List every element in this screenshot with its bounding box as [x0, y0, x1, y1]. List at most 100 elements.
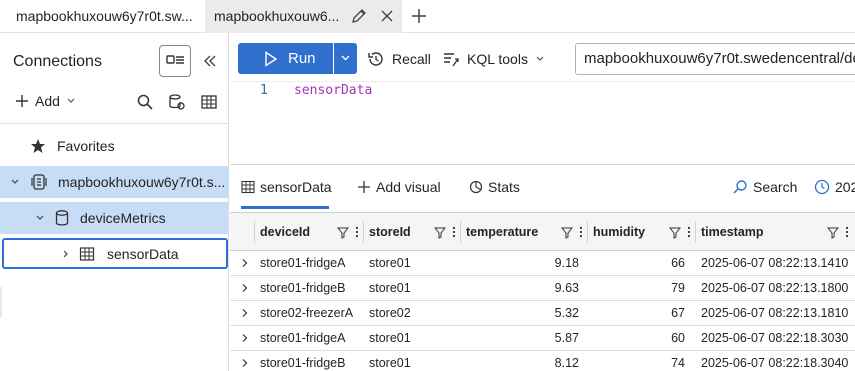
- table-row[interactable]: store02-freezerA store02 5.32 67 2025-06…: [230, 301, 855, 326]
- table-node-sensordata[interactable]: sensorData: [2, 238, 228, 269]
- tab-label: mapbookhuxouw6...: [214, 8, 340, 24]
- query-editor[interactable]: 1 sensorData: [230, 81, 855, 165]
- recall-icon: [368, 52, 383, 66]
- query-toolbar: Run Recall KQL tools mapbookhuxouw6y7r0t…: [230, 33, 855, 81]
- expand-row-icon[interactable]: [240, 283, 250, 293]
- cell-temperature: 8.12: [554, 356, 579, 370]
- recall-button[interactable]: Recall: [367, 50, 431, 68]
- new-tab-icon[interactable]: [409, 6, 429, 26]
- cell-deviceid: store01-fridgeA: [260, 331, 346, 345]
- pencil-icon[interactable]: [350, 7, 368, 25]
- cell-temperature: 9.63: [554, 281, 579, 295]
- play-icon: [265, 50, 278, 67]
- column-header-timestamp[interactable]: timestamp: [695, 221, 853, 243]
- filter-icon[interactable]: [337, 221, 349, 243]
- query-text[interactable]: sensorData: [294, 82, 372, 100]
- add-visual-button[interactable]: Add visual: [357, 179, 441, 195]
- recall-label: Recall: [392, 51, 431, 67]
- more-options-icon[interactable]: [452, 221, 456, 243]
- table-icon: [79, 246, 95, 261]
- database-settings-icon[interactable]: [168, 93, 186, 111]
- plus-icon: [358, 181, 370, 193]
- cell-humidity: 66: [671, 256, 685, 270]
- column-label: temperature: [466, 225, 539, 239]
- cluster-node[interactable]: mapbookhuxouw6y7r0t.s...: [0, 166, 229, 198]
- chevron-right-icon: [63, 250, 68, 257]
- database-icon: [55, 210, 69, 226]
- line-number: 1: [260, 83, 268, 98]
- more-options-icon[interactable]: [579, 221, 583, 243]
- table-row[interactable]: store01-fridgeA store01 5.87 60 2025-06-…: [230, 326, 855, 351]
- kql-tools-icon: [444, 53, 459, 67]
- table-icon[interactable]: [200, 93, 218, 111]
- run-label: Run: [288, 50, 316, 67]
- kql-tools-label: KQL tools: [467, 51, 528, 67]
- star-icon: [31, 139, 45, 153]
- cell-deviceid: store01-fridgeB: [260, 281, 346, 295]
- column-label: storeId: [369, 225, 411, 239]
- collapse-panel-icon[interactable]: [201, 52, 219, 70]
- cell-deviceid: store02-freezerA: [260, 306, 354, 320]
- stats-icon: [469, 180, 483, 194]
- cell-storeid: store01: [369, 281, 411, 295]
- cluster-selector[interactable]: mapbookhuxouw6y7r0t.swedencentral/dev: [575, 43, 855, 75]
- grid-header: deviceId storeId temperature humidity ti…: [230, 213, 855, 251]
- expand-row-icon[interactable]: [240, 258, 250, 268]
- expand-row-icon[interactable]: [240, 358, 250, 368]
- search-label: Search: [753, 179, 798, 195]
- expand-row-icon[interactable]: [240, 308, 250, 318]
- search-results-button[interactable]: Search: [732, 179, 797, 195]
- table-row[interactable]: store01-fridgeA store01 9.18 66 2025-06-…: [230, 251, 855, 276]
- list-toggle-icon: [166, 55, 184, 64]
- cluster-label: mapbookhuxouw6y7r0t.s...: [58, 174, 226, 190]
- divider: [0, 123, 229, 124]
- expand-row-icon[interactable]: [240, 333, 250, 343]
- cell-storeid: store01: [369, 256, 411, 270]
- table-row[interactable]: store01-fridgeB store01 8.12 74 2025-06-…: [230, 351, 855, 371]
- column-header-storeid[interactable]: storeId: [363, 221, 460, 243]
- filter-icon[interactable]: [561, 221, 573, 243]
- cell-temperature: 5.87: [554, 331, 579, 345]
- kql-tools-button[interactable]: KQL tools: [442, 50, 545, 68]
- cell-temperature: 9.18: [554, 256, 579, 270]
- time-display[interactable]: 202: [814, 179, 855, 195]
- connections-title: Connections: [13, 53, 102, 70]
- close-icon[interactable]: [378, 7, 396, 25]
- column-header-deviceid[interactable]: deviceId: [254, 221, 363, 243]
- more-options-icon[interactable]: [845, 221, 849, 243]
- stats-button[interactable]: Stats: [469, 179, 520, 195]
- tab-results-sensordata[interactable]: sensorData: [241, 179, 332, 195]
- connection-options-button[interactable]: [159, 45, 191, 77]
- column-label: humidity: [593, 225, 646, 239]
- filter-icon[interactable]: [669, 221, 681, 243]
- cell-timestamp: 2025-06-07 08:22:13.1810: [701, 306, 849, 320]
- cell-humidity: 67: [671, 306, 685, 320]
- table-icon: [241, 180, 255, 194]
- favorites-node[interactable]: Favorites: [0, 130, 229, 162]
- cell-storeid: store01: [369, 331, 411, 345]
- scrollbar[interactable]: [0, 287, 2, 317]
- search-icon[interactable]: [136, 93, 154, 111]
- cell-storeid: store02: [369, 306, 411, 320]
- tab-connection-2[interactable]: mapbookhuxouw6...: [205, 0, 402, 33]
- more-options-icon[interactable]: [687, 221, 691, 243]
- table-row[interactable]: store01-fridgeB store01 9.63 79 2025-06-…: [230, 276, 855, 301]
- run-button[interactable]: Run: [238, 43, 333, 74]
- tab-connection-1[interactable]: mapbookhuxouw6y7r0t.sw...: [0, 0, 204, 33]
- chevron-down-icon: [11, 179, 19, 184]
- add-visual-label: Add visual: [376, 179, 441, 195]
- tab-label: mapbookhuxouw6y7r0t.sw...: [16, 8, 193, 24]
- filter-icon[interactable]: [827, 221, 839, 243]
- database-node[interactable]: deviceMetrics: [0, 202, 228, 234]
- more-options-icon[interactable]: [355, 221, 359, 243]
- results-grid: deviceId storeId temperature humidity ti…: [230, 212, 855, 371]
- column-header-temperature[interactable]: temperature: [460, 221, 587, 243]
- run-options-button[interactable]: [334, 43, 357, 74]
- stats-label: Stats: [488, 179, 520, 195]
- column-header-humidity[interactable]: humidity: [587, 221, 695, 243]
- cell-storeid: store01: [369, 356, 411, 370]
- add-connection-button[interactable]: Add: [15, 93, 76, 109]
- filter-icon[interactable]: [434, 221, 446, 243]
- results-tab-label: sensorData: [260, 179, 332, 195]
- plus-icon: [16, 95, 28, 107]
